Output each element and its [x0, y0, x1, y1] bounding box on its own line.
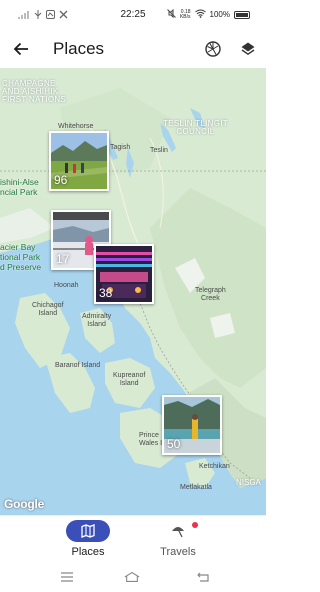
map-label-nisga: NISGA [236, 478, 261, 487]
map-label-prince-wales: Prince Wales I [139, 432, 163, 447]
photo-cluster-marker[interactable]: 50 [162, 395, 222, 455]
mute-icon [167, 8, 176, 20]
map-label-whitehorse: Whitehorse [58, 123, 94, 130]
arrow-back-icon [13, 42, 28, 56]
bottom-navigation: Places Travels [0, 515, 266, 563]
map-label-baranof: Baranof Island [55, 362, 101, 369]
app-bar: Places [0, 30, 266, 68]
battery-icon [234, 10, 250, 19]
map-label-telegraph-creek: Telegraph Creek [195, 287, 226, 302]
google-attribution-logo: Google [4, 497, 45, 511]
map-label-admiralty: Admiralty Island [82, 313, 112, 328]
map-label-teslin: Teslin [150, 147, 168, 154]
layers-icon [241, 42, 255, 56]
map-icon [81, 524, 95, 538]
travels-icon [172, 527, 184, 538]
map-layers-button[interactable] [236, 37, 260, 61]
map-label-champagne: CHAMPAGNE AND AISHIHIK FIRST NATIONS [2, 79, 67, 104]
map-label-metlakatla: Metlakatla [180, 484, 212, 491]
status-right-icons: 0.18 KB/s 100% [167, 8, 250, 20]
nav-pill-active [66, 520, 110, 542]
battery-percent: 100% [209, 10, 230, 19]
map-label-teslin-tlingit: TESLIN TLINGIT COUNCIL [163, 119, 228, 136]
nav-label-travels: Travels [160, 546, 196, 558]
cluster-count: 38 [99, 286, 113, 300]
system-navigation-bar [0, 563, 266, 592]
camera-filter-button[interactable] [201, 37, 225, 61]
menu-icon [61, 572, 73, 582]
back-system-button[interactable] [195, 570, 211, 584]
home-icon [124, 571, 140, 582]
map-label-glacier-bay: acier Bay tional Park d Preserve [0, 242, 42, 272]
map-label-kupreanof: Kupreanof Island [113, 372, 146, 387]
cluster-count: 50 [167, 437, 181, 451]
map-label-hoonah: Hoonah [54, 282, 79, 289]
recent-apps-button[interactable] [59, 570, 75, 584]
back-button[interactable] [8, 36, 34, 62]
status-bar: 22:25 0.18 KB/s 100% [0, 0, 266, 30]
page-title: Places [53, 39, 105, 58]
map-view[interactable]: CHAMPAGNE AND AISHIHIK FIRST NATIONS TES… [0, 68, 266, 515]
back-icon [197, 572, 209, 582]
nav-item-places[interactable]: Places [43, 520, 133, 558]
network-speed: 0.18 KB/s [179, 8, 191, 20]
map-label-tagish: Tagish [110, 144, 131, 151]
home-button[interactable] [124, 570, 140, 584]
map-label-kluane: ishini-Alse ncial Park [0, 177, 39, 197]
map-label-chichagof: Chichagof Island [32, 302, 64, 317]
notification-badge [192, 522, 198, 528]
map-label-ketchikan: Ketchikan [199, 463, 230, 470]
shutter-icon [205, 41, 221, 57]
cluster-count: 96 [54, 173, 68, 187]
nav-item-travels[interactable]: Travels [133, 520, 223, 558]
photo-cluster-marker[interactable]: 96 [49, 131, 109, 191]
cluster-count: 17 [56, 252, 70, 266]
nav-label-places: Places [71, 546, 105, 558]
wifi-icon [194, 9, 206, 20]
photo-cluster-marker[interactable]: 38 [94, 244, 154, 304]
